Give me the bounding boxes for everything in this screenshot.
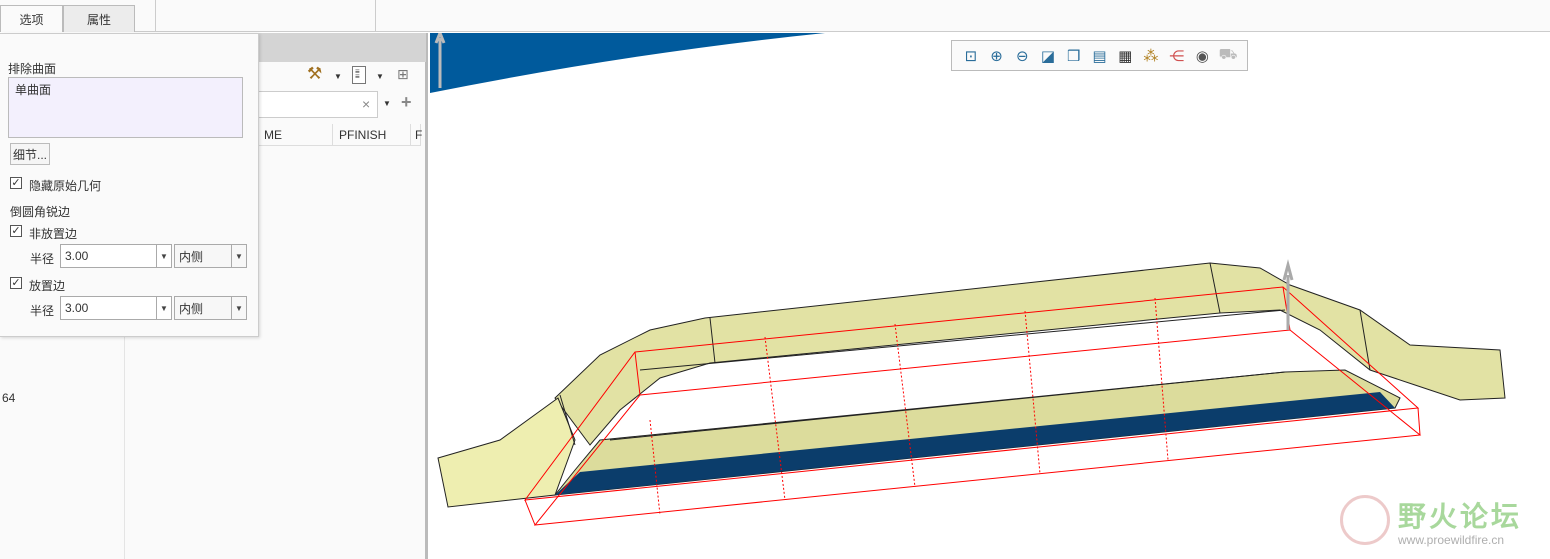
column-header[interactable]: PFINISH [333,124,411,146]
viewport-surface [430,33,825,93]
radius-combo[interactable]: 3.00 ▼ [60,244,172,268]
hide-original-checkbox[interactable]: ✓ [10,177,22,189]
radius-value: 3.00 [65,301,89,315]
divider [375,0,376,32]
side-value: 内侧 [179,249,204,264]
view-manager-icon[interactable]: ▦ [1115,46,1135,66]
watermark-logo [1340,495,1390,545]
display-style-icon[interactable]: ❒ [1064,46,1084,66]
top-tab-bar [0,0,1550,32]
tab-options[interactable]: 选项 [0,5,63,32]
column-header[interactable]: F [411,124,422,146]
spin-center-icon[interactable]: ⋲ [1167,46,1187,66]
3d-viewport[interactable] [430,33,1550,559]
chevron-down-icon[interactable]: ▼ [156,297,171,319]
saved-views-icon[interactable]: ▤ [1089,46,1109,66]
radius-label: 半径 [30,304,55,318]
non-placement-edges-label: 非放置边 [29,227,78,241]
model-left-end [437,397,576,508]
exclude-surfaces-label: 排除曲面 [8,62,57,76]
datum-display-icon[interactable]: ⁂ [1141,46,1161,66]
column-header[interactable]: ME [258,124,333,146]
zoom-out-icon[interactable]: ⊖ [1012,46,1032,66]
divider [155,0,156,32]
chevron-down-icon[interactable]: ▼ [156,245,171,267]
radius-value: 3.00 [65,249,89,263]
radius-combo[interactable]: 3.00 ▼ [60,296,172,320]
list-icon[interactable]: ≡ ≡ [352,66,366,84]
chevron-down-icon[interactable]: ▼ [383,99,391,108]
annotation-display-icon[interactable]: ◉ [1192,46,1212,66]
add-filter-icon[interactable]: + [401,92,412,113]
placement-edges-label: 放置边 [29,279,66,293]
list-item[interactable]: 单曲面 [15,81,236,98]
model-tree-header [258,33,426,62]
show-hide-icon[interactable]: ⊞ [397,66,409,83]
chevron-down-icon[interactable]: ▼ [231,245,246,267]
chevron-down-icon[interactable]: ▼ [231,297,246,319]
hide-original-label: 隐藏原始几何 [29,179,102,193]
side-combo[interactable]: 内侧 ▼ [174,296,247,320]
side-combo[interactable]: 内侧 ▼ [174,244,247,268]
clear-search-icon[interactable]: × [362,96,370,112]
left-value: 64 [2,391,16,405]
refit-icon[interactable]: ⊡ [961,46,981,66]
repaint-icon[interactable]: ◪ [1038,46,1058,66]
chevron-down-icon[interactable]: ▼ [376,72,384,81]
placement-edges-checkbox[interactable]: ✓ [10,277,22,289]
round-sharp-edges-label: 倒圆角锐边 [10,205,71,219]
search-input[interactable] [258,91,378,118]
zoom-in-icon[interactable]: ⊕ [987,46,1007,66]
simulation-display-icon[interactable]: ⛟ [1218,46,1238,66]
tab-properties[interactable]: 属性 [63,5,135,32]
view-toolbar: ⊡ ⊕ ⊖ ◪ ❒ ▤ ▦ ⁂ ⋲ ◉ ⛟ [951,40,1248,71]
chevron-down-icon[interactable]: ▼ [334,72,342,81]
watermark-title: 野火论坛 [1398,501,1523,532]
details-button[interactable]: 细节... [10,143,50,165]
settings-icon[interactable]: ⚒ [307,64,322,84]
watermark-url: www.proewildfire.cn [1398,533,1505,547]
side-value: 内侧 [179,301,204,316]
non-placement-edges-checkbox[interactable]: ✓ [10,225,22,237]
exclude-surfaces-list[interactable]: 单曲面 [8,77,243,138]
radius-label: 半径 [30,252,55,266]
